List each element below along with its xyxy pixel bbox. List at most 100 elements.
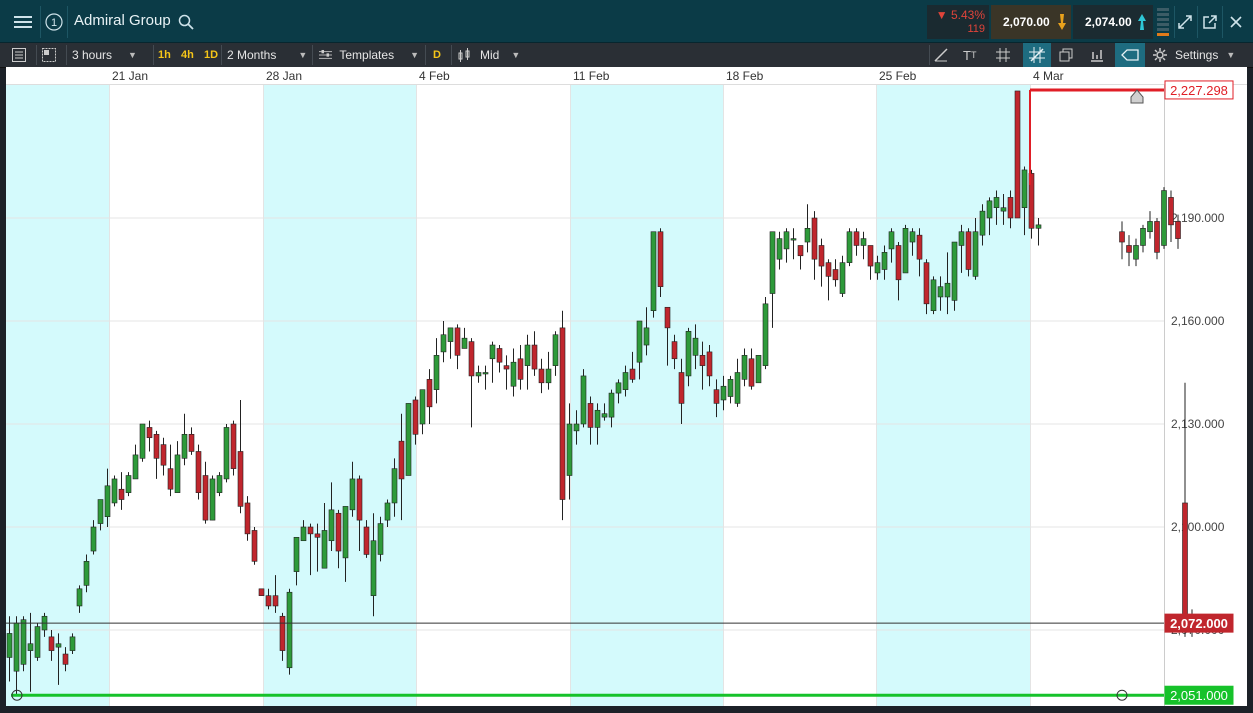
interval-select[interactable]: 3 hours ▼ [72,43,152,67]
candle [832,259,839,287]
window-titlebar: 1 Admiral Group ▼ 5.43% 119 2,070.00 2,0… [0,0,1253,43]
candle [251,526,258,565]
current-price-label: 2,072.000 [1170,616,1228,631]
candle [755,355,762,384]
gear-icon [1153,48,1167,62]
candle [734,358,741,407]
x-tick-label: 25 Feb [879,69,917,83]
candle [531,331,538,376]
candle [790,228,797,260]
candle [741,348,748,387]
templates-icon [319,49,333,59]
candle [797,245,804,270]
candle [181,413,188,466]
crosshair-tool-icon[interactable] [1023,43,1051,67]
candle [188,427,195,455]
layout-grid-icon[interactable] [42,43,62,67]
session-shade [876,85,1030,707]
menu-icon[interactable] [8,8,38,36]
candle [510,348,517,397]
alert-bell-icon[interactable] [1130,89,1144,104]
candle [230,420,237,476]
templates-label: Templates [339,48,395,62]
candle [867,245,874,280]
session-shade [570,85,723,707]
candle [223,423,230,483]
interval-4h-button[interactable]: 4h [181,43,194,67]
candle [132,444,139,480]
candle [125,472,132,497]
candle [902,224,909,274]
resistance-price-label: 2,227.298 [1170,83,1228,98]
candle [1133,238,1139,267]
candle [1035,218,1042,246]
candle [195,444,202,500]
chevron-down-icon: ▼ [410,50,419,60]
change-points: 119 [967,23,985,35]
indicator-icon[interactable] [1090,43,1110,67]
info-icon[interactable]: 1 [43,8,65,36]
candle [377,516,384,562]
candle [538,358,545,394]
candle [139,423,146,462]
candle [426,369,433,424]
candle [552,331,559,376]
candle [118,472,125,510]
copy-icon[interactable] [1059,43,1079,67]
candle [468,338,475,428]
settings-label: Settings [1175,48,1219,62]
candle [482,365,489,390]
candle [650,231,657,318]
candle [286,588,293,675]
candle [419,389,426,435]
sell-button[interactable]: 2,070.00 [991,5,1071,39]
candle [951,241,958,311]
chart-canvas[interactable]: 21 Jan 28 Jan 4 Feb 11 Feb 18 Feb 25 Feb 4 Mar… [6,67,1247,707]
search-icon[interactable] [176,8,196,36]
draw-line-icon[interactable] [934,43,954,67]
x-tick-label: 4 Mar [1033,69,1064,83]
candle [818,238,825,287]
text-tool-icon[interactable]: TT [963,43,985,67]
expand-icon[interactable] [1174,8,1196,36]
grid-icon[interactable] [996,43,1016,67]
templates-menu[interactable]: Templates ▼ [319,43,419,67]
candle [209,475,216,521]
candle [405,403,412,476]
candles-icon [458,48,470,62]
candle [1119,221,1125,260]
interval-1d-button[interactable]: 1D [204,43,218,67]
candle [111,475,118,507]
candle [216,472,223,497]
period-select[interactable]: 2 Months ▼ [227,43,311,67]
settings-menu[interactable]: Settings ▼ [1153,43,1245,67]
buy-price: 2,074.00 [1085,15,1132,29]
close-icon[interactable] [1224,8,1248,36]
candle [440,320,447,363]
period-label: 2 Months [227,48,277,62]
popout-icon[interactable] [1199,8,1221,36]
price-chart[interactable]: 21 Jan 28 Jan 4 Feb 11 Feb 18 Feb 25 Feb 4 Mar… [6,67,1247,707]
interval-1h-button[interactable]: 1h [158,43,171,67]
candle [965,228,972,277]
list-icon[interactable] [12,43,32,67]
candle [860,231,867,260]
candle [769,231,776,328]
candle [811,211,818,280]
x-tick-label: 11 Feb [573,69,610,83]
price-type-label: Mid [480,48,500,62]
change-percent: ▼ 5.43% [935,8,985,22]
info-badge-label: 1 [51,17,57,29]
buy-arrow-icon [1138,14,1146,30]
buy-button[interactable]: 2,074.00 [1073,5,1153,39]
display-d-button[interactable]: D [433,43,441,67]
candle [475,365,482,383]
price-type-select[interactable]: Mid ▼ [458,43,528,67]
chart-toolbar: 3 hours ▼ 1h 4h 1D 2 Months ▼ Templates … [0,43,1253,68]
candle [160,437,167,476]
candle [1126,235,1132,267]
candle [454,324,461,370]
price-label-icon[interactable] [1115,43,1145,67]
x-tick-label: 4 Feb [419,69,450,83]
y-tick-label: 2,130.000 [1171,417,1225,431]
